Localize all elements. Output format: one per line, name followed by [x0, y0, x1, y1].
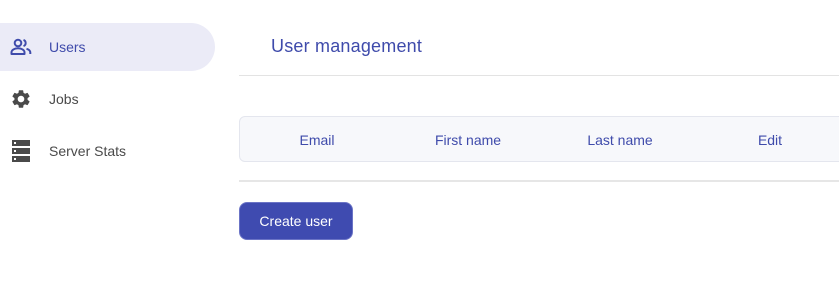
title-divider — [239, 75, 839, 76]
sidebar-item-server-stats[interactable]: Server Stats — [0, 127, 215, 175]
column-header-edit: Edit — [757, 132, 783, 148]
sidebar-item-label: Users — [49, 39, 86, 55]
users-icon — [10, 36, 32, 58]
sidebar: Users Jobs Server Stats — [0, 0, 216, 285]
column-header-email[interactable]: Email — [299, 132, 334, 148]
sidebar-item-label: Server Stats — [49, 143, 127, 159]
table-header: Email First name Last name Edit — [239, 116, 839, 162]
column-header-last-name[interactable]: Last name — [587, 132, 652, 148]
table-divider — [239, 180, 839, 182]
page-title: User management — [271, 36, 423, 56]
sidebar-item-jobs[interactable]: Jobs — [0, 75, 215, 123]
app-root: Users Jobs Server Stats User management … — [0, 0, 839, 285]
create-user-button[interactable]: Create user — [239, 202, 353, 240]
sidebar-item-users[interactable]: Users — [0, 23, 215, 71]
server-icon — [10, 140, 32, 162]
gear-icon — [10, 88, 32, 110]
sidebar-item-label: Jobs — [49, 91, 79, 107]
column-header-first-name[interactable]: First name — [435, 132, 501, 148]
